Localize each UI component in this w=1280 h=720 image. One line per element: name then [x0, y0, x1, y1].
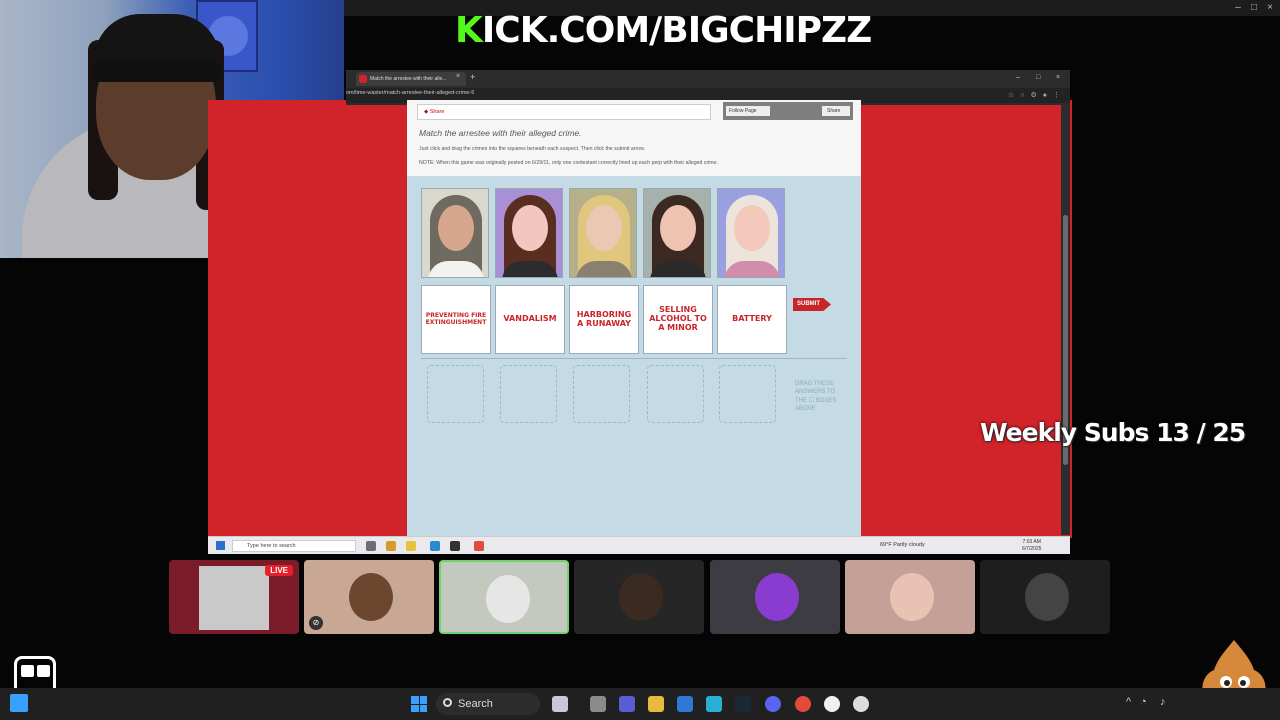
chrome-icon[interactable]	[474, 541, 484, 551]
follow-page-button[interactable]: Follow Page	[726, 106, 770, 116]
crime-tile[interactable]: SELLING ALCOHOL TO A MINOR	[643, 285, 713, 354]
mic-muted-icon: ⊘	[309, 616, 323, 630]
file-explorer-icon[interactable]	[406, 541, 416, 551]
edge-icon[interactable]	[706, 696, 722, 712]
search-icon	[443, 698, 452, 707]
page-header: ◆ Share Follow Page Share Match the arre…	[407, 100, 861, 176]
app-icon[interactable]	[450, 541, 460, 551]
clock[interactable]: 7:03 AM 6/7/2025	[1022, 539, 1041, 553]
browser-close-icon[interactable]: ×	[1056, 74, 1060, 81]
participant-tile-screen[interactable]: LIVE	[169, 560, 299, 634]
crime-tile[interactable]: BATTERY	[717, 285, 787, 354]
game-instructions: Just click and drag the crimes into the …	[419, 146, 645, 152]
game-heading: Match the arrestee with their alleged cr…	[419, 128, 582, 138]
share-bar[interactable]: ◆ Share	[417, 104, 711, 120]
microphone-icon[interactable]: ♪	[1160, 696, 1166, 708]
live-badge: LIVE	[265, 565, 293, 576]
mugshot-1	[421, 188, 489, 278]
file-explorer-icon[interactable]	[648, 696, 664, 712]
avatar	[349, 573, 393, 621]
weekly-subs-counter: Weekly Subs 13 / 25	[980, 418, 1246, 447]
mugshot-3	[569, 188, 637, 278]
app-icon[interactable]	[386, 541, 396, 551]
drop-box[interactable]	[573, 365, 630, 423]
search-box[interactable]: Search	[436, 693, 540, 715]
drop-box[interactable]	[719, 365, 776, 423]
drop-box[interactable]	[647, 365, 704, 423]
drop-box[interactable]	[427, 365, 484, 423]
avatar	[890, 573, 934, 621]
close-icon[interactable]: ×	[1260, 2, 1280, 13]
crime-tile[interactable]: HARBORING A RUNAWAY	[569, 285, 639, 354]
network-icon[interactable]: ◔	[1140, 696, 1147, 708]
obs-icon[interactable]	[853, 696, 869, 712]
edge-icon[interactable]	[430, 541, 440, 551]
crime-tile[interactable]: VANDALISM	[495, 285, 565, 354]
avatar	[619, 573, 663, 621]
store-icon[interactable]	[677, 696, 693, 712]
crime-tile[interactable]: PREVENTING FIRE EXTINGUISHMENT	[421, 285, 491, 354]
mugshot-2	[495, 188, 563, 278]
drop-box[interactable]	[500, 365, 557, 423]
new-tab-icon[interactable]: +	[470, 72, 475, 82]
headband	[92, 60, 222, 82]
task-view-icon[interactable]	[590, 696, 606, 712]
game-note: NOTE: When this game was originally post…	[419, 160, 718, 166]
participant-tile-active[interactable]	[439, 560, 569, 634]
stream-screen: – □ × KICK.COM/BIGCHIPZZ Match the arres…	[0, 0, 1280, 720]
drag-instruction: DRAG THESE ANSWERS TO THE ☐ BOXES ABOVE	[795, 381, 837, 413]
weather-widget[interactable]: 69°F Partly cloudy	[880, 542, 925, 548]
tab-close-icon[interactable]: ×	[456, 73, 460, 80]
teams-icon[interactable]	[619, 696, 635, 712]
avatar	[486, 575, 530, 623]
participant-tile[interactable]	[574, 560, 704, 634]
avatar	[1025, 573, 1069, 621]
browser-scrollbar[interactable]	[1061, 105, 1070, 535]
divider	[421, 358, 847, 359]
participant-tile[interactable]: ⊘	[304, 560, 434, 634]
submit-arrow-button[interactable]: SUBMIT	[793, 298, 831, 311]
social-bar: Follow Page Share	[723, 102, 853, 120]
browser-toolbar-icons[interactable]: ☆○⚙●⋮	[1008, 91, 1066, 99]
participant-tile[interactable]	[980, 560, 1110, 634]
task-view-icon[interactable]	[366, 541, 376, 551]
music-icon[interactable]	[824, 696, 840, 712]
tray-chevron-icon[interactable]: ^	[1126, 696, 1131, 708]
site-favicon-icon	[359, 75, 367, 83]
steam-icon[interactable]	[735, 696, 751, 712]
browser-maximize-icon[interactable]: □	[1036, 74, 1040, 81]
widgets-icon[interactable]	[10, 694, 28, 712]
browser-tab[interactable]: Match the arrestee with their alle...	[356, 72, 466, 86]
chrome-icon[interactable]	[795, 696, 811, 712]
windows-start-icon[interactable]	[216, 541, 225, 550]
taskbar-search-field[interactable]: Type here to search	[232, 540, 356, 552]
mugshot-4	[643, 188, 711, 278]
participant-tile[interactable]	[845, 560, 975, 634]
browser-minimize-icon[interactable]: –	[1016, 74, 1020, 81]
discord-icon[interactable]	[765, 696, 781, 712]
windows-taskbar: Search ^ ◔ ♪	[0, 688, 1280, 720]
start-button[interactable]	[411, 696, 427, 712]
laptop-taskbar: Type here to search 69°F Partly cloudy 7…	[208, 536, 1070, 554]
url-text: om/time-waster/match-arrestee-their-alle…	[346, 90, 475, 96]
share-button[interactable]: Share	[822, 106, 850, 116]
game-page: ◆ Share Follow Page Share Match the arre…	[407, 100, 861, 538]
kick-channel-banner: KICK.COM/BIGCHIPZZ	[455, 10, 872, 51]
avatar	[755, 573, 799, 621]
participant-tile[interactable]	[710, 560, 840, 634]
app-icon[interactable]	[552, 696, 568, 712]
mugshot-5	[717, 188, 785, 278]
